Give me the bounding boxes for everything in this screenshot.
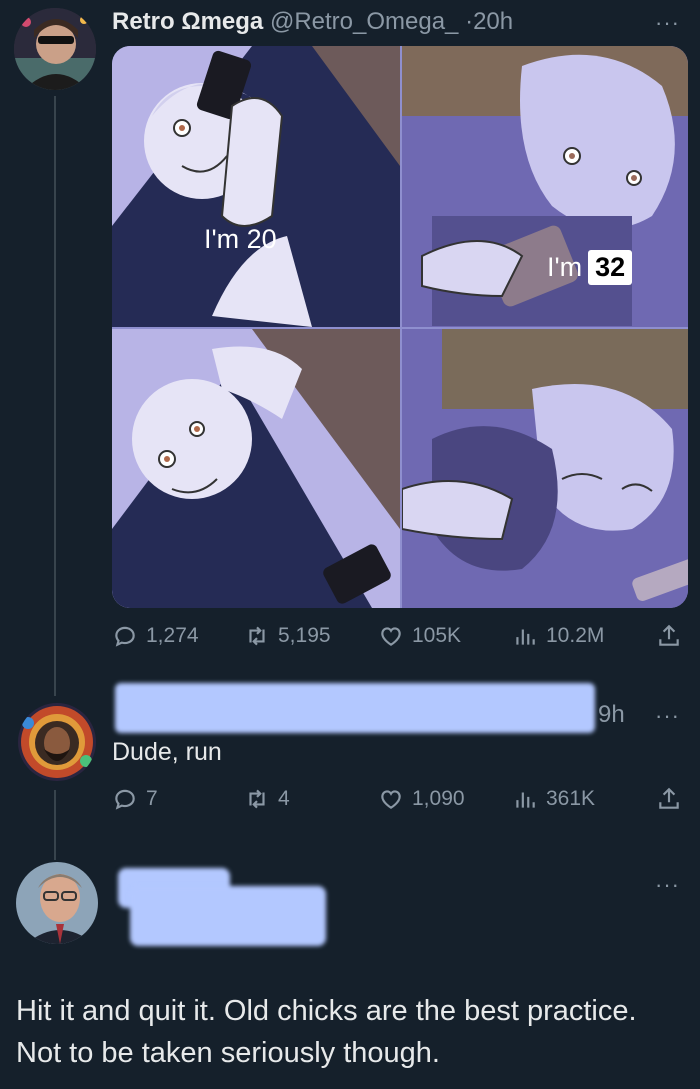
avatar-image [18, 703, 96, 781]
tweet-time[interactable]: ·20h [465, 8, 513, 35]
comic-panel-4 [402, 329, 688, 608]
tweet-header: Retro Ωmega @Retro_Omega_ ·20h [112, 8, 513, 36]
avatar-reply-1[interactable] [18, 703, 96, 781]
reply-count: 7 [146, 787, 158, 810]
retweet-button[interactable]: 4 [244, 786, 290, 812]
heart-icon [381, 790, 401, 809]
reply-button[interactable]: 7 [112, 786, 158, 812]
view-count: 10.2M [546, 624, 605, 647]
view-count: 361K [546, 787, 596, 810]
avatar-image [16, 862, 98, 944]
retweet-icon [249, 789, 265, 809]
views-button[interactable]: 10.2M [512, 623, 604, 649]
reply-count: 1,274 [146, 624, 199, 647]
comic-panel-3 [112, 329, 400, 608]
like-count: 105K [412, 624, 462, 647]
views-button[interactable]: 361K [512, 786, 595, 812]
like-button[interactable]: 105K [378, 623, 461, 649]
reply-1-text: Dude, run [112, 738, 222, 766]
tweet-media-image[interactable]: I'm 20 I'm 32 [112, 46, 688, 608]
share-button[interactable] [656, 786, 682, 812]
more-options-icon[interactable]: ··· [655, 10, 680, 36]
reply-1-time[interactable]: 9h [598, 701, 625, 729]
retweet-count: 4 [278, 787, 290, 810]
thread-line-2 [54, 790, 56, 860]
reply-icon [115, 626, 135, 647]
share-icon [659, 624, 679, 646]
avatar-image [14, 8, 96, 90]
heart-icon [381, 627, 401, 646]
avatar-retro-omega[interactable] [14, 8, 96, 90]
like-button[interactable]: 1,090 [378, 786, 465, 812]
share-button[interactable] [656, 623, 682, 649]
caption-im-32: I'm 32 [547, 250, 633, 285]
views-icon [516, 629, 535, 645]
views-icon [516, 792, 535, 808]
redacted-handle [130, 886, 326, 946]
redacted-name [115, 683, 595, 733]
caption-im-32-number: 32 [588, 250, 633, 285]
retweet-button[interactable]: 5,195 [244, 623, 331, 649]
reply-button[interactable]: 1,274 [112, 623, 199, 649]
reply-2-text: Hit it and quit it. Old chicks are the b… [16, 995, 637, 1069]
caption-im-20: I'm 20 [204, 224, 277, 254]
caption-im-32-prefix: I'm [547, 252, 583, 282]
retweet-count: 5,195 [278, 624, 331, 647]
more-options-icon[interactable]: ··· [655, 703, 680, 729]
retweet-icon [249, 626, 265, 646]
author-handle[interactable]: @Retro_Omega_ [270, 8, 458, 35]
avatar-reply-2[interactable] [16, 862, 98, 944]
comic-panel-2 [402, 46, 688, 327]
like-count: 1,090 [412, 787, 465, 810]
reply-icon [115, 789, 135, 810]
more-options-icon[interactable]: ··· [655, 872, 680, 898]
author-name[interactable]: Retro Ωmega [112, 8, 263, 35]
comic-panel-1 [112, 46, 400, 327]
thread-line-1 [54, 96, 56, 696]
share-icon [659, 787, 679, 809]
